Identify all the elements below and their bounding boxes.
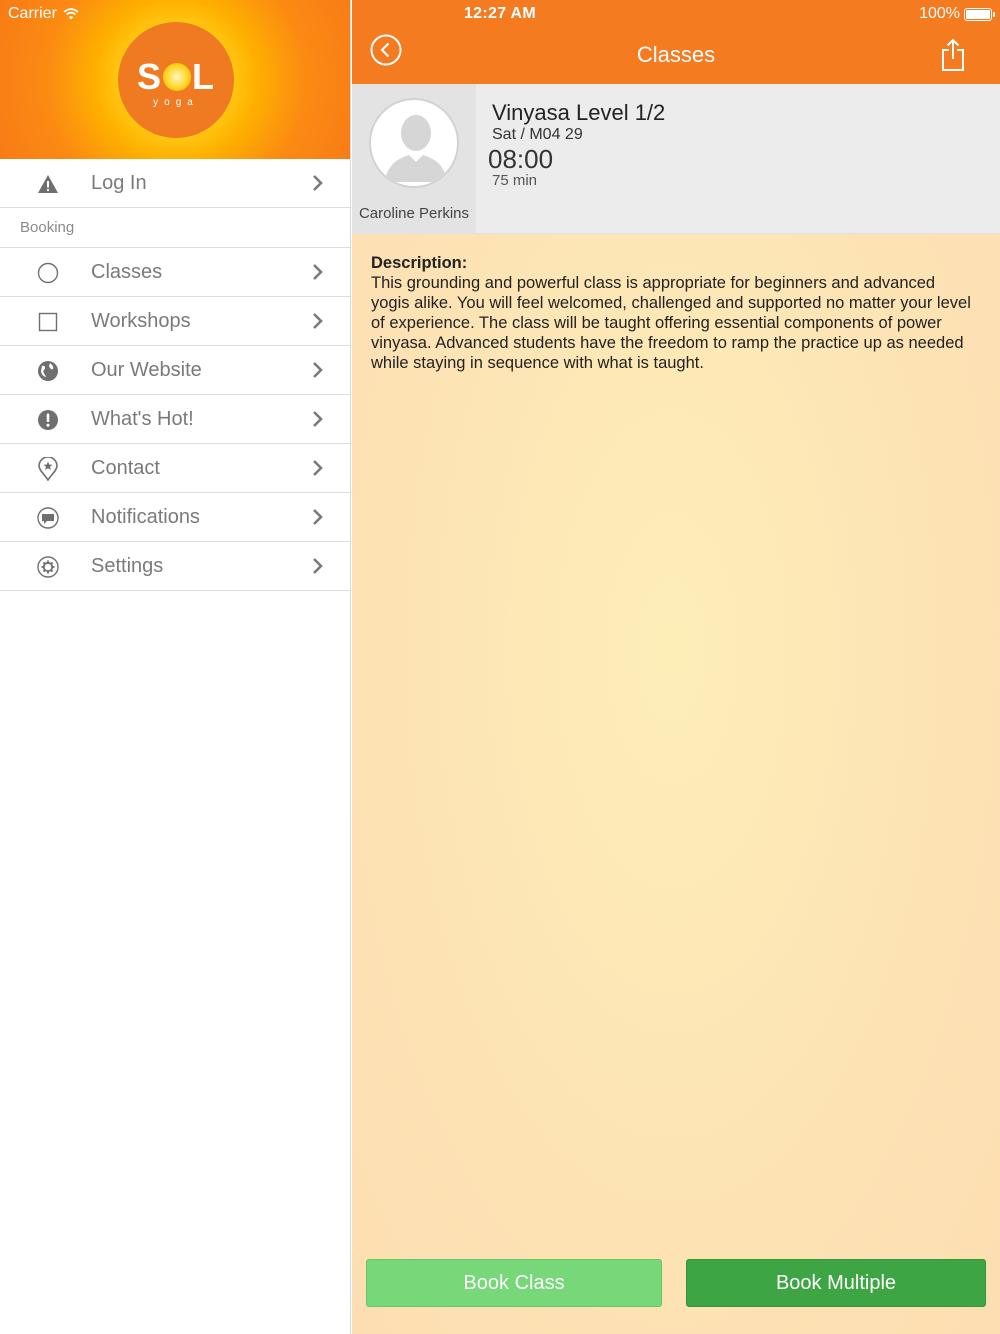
exclamation-icon [37, 409, 59, 431]
logo-sun-icon [163, 63, 191, 91]
gear-icon [37, 556, 59, 578]
location-pin-icon [37, 457, 59, 481]
sidebar-item-contact[interactable]: Contact [0, 444, 350, 493]
sidebar-item-login[interactable]: Log In [0, 159, 350, 208]
sidebar-item-label: Our Website [91, 358, 202, 381]
instructor-name: Caroline Perkins [358, 205, 470, 222]
avatar [369, 98, 459, 188]
sidebar-item-label: Log In [91, 171, 147, 194]
logo-letter-l: L [192, 56, 215, 97]
sidebar-item-label: Workshops [91, 309, 191, 332]
status-time: 12:27 AM [463, 5, 537, 22]
class-title: Vinyasa Level 1/2 [492, 100, 666, 125]
warning-icon [37, 173, 59, 195]
description-body: This grounding and powerful class is app… [371, 274, 971, 372]
sidebar-item-label: Contact [91, 456, 160, 479]
battery-indicator: 100% [919, 5, 995, 23]
sidebar-item-settings[interactable]: Settings [0, 542, 350, 591]
chevron-right-icon [313, 313, 323, 329]
section-label-booking: Booking [0, 208, 350, 248]
chevron-right-icon [313, 411, 323, 427]
chevron-right-icon [313, 362, 323, 378]
book-multiple-button[interactable]: Book Multiple [686, 1259, 986, 1307]
sidebar-item-workshops[interactable]: Workshops [0, 297, 350, 346]
sidebar-item-notifications[interactable]: Notifications [0, 493, 350, 542]
class-description: Description: This grounding and powerful… [371, 253, 971, 373]
instructor-box: Caroline Perkins [352, 84, 476, 234]
sidebar-item-whats-hot[interactable]: What's Hot! [0, 395, 350, 444]
sidebar: SL yoga Log In Booking Classes Workshops… [0, 0, 351, 1334]
sol-yoga-logo: SL yoga [118, 22, 234, 138]
class-detail-panel: Classes Caroline Perkins Vinyasa Level 1… [352, 0, 1000, 1334]
logo-subtitle: yoga [153, 97, 199, 108]
book-class-button[interactable]: Book Class [366, 1259, 662, 1307]
battery-icon [964, 7, 995, 21]
description-heading: Description: [371, 254, 468, 272]
sidebar-item-label: What's Hot! [91, 407, 194, 430]
circle-icon [37, 262, 59, 284]
chevron-right-icon [313, 509, 323, 525]
sidebar-item-classes[interactable]: Classes [0, 248, 350, 297]
logo-letter-s: S [136, 56, 162, 97]
class-duration: 75 min [492, 172, 538, 189]
chevron-right-icon [313, 175, 323, 191]
globe-icon [37, 360, 59, 382]
status-bar: Carrier 12:27 AM 100% [0, 0, 1000, 28]
class-card: Caroline Perkins Vinyasa Level 1/2 Sat /… [352, 84, 1000, 234]
sidebar-item-label: Notifications [91, 505, 200, 528]
class-date: Sat / M04 29 [492, 126, 583, 143]
page-title: Classes [636, 42, 716, 67]
chat-bubble-icon [37, 507, 59, 529]
chevron-right-icon [313, 558, 323, 574]
chevron-right-icon [313, 264, 323, 280]
class-time: 08:00 [488, 144, 554, 174]
person-placeholder-icon [385, 115, 447, 182]
battery-percent: 100% [919, 5, 960, 22]
sidebar-item-our-website[interactable]: Our Website [0, 346, 350, 395]
share-button[interactable] [940, 38, 966, 72]
chevron-right-icon [313, 460, 323, 476]
sidebar-item-label: Classes [91, 260, 163, 283]
square-icon [37, 311, 59, 333]
sidebar-item-label: Settings [91, 554, 164, 577]
